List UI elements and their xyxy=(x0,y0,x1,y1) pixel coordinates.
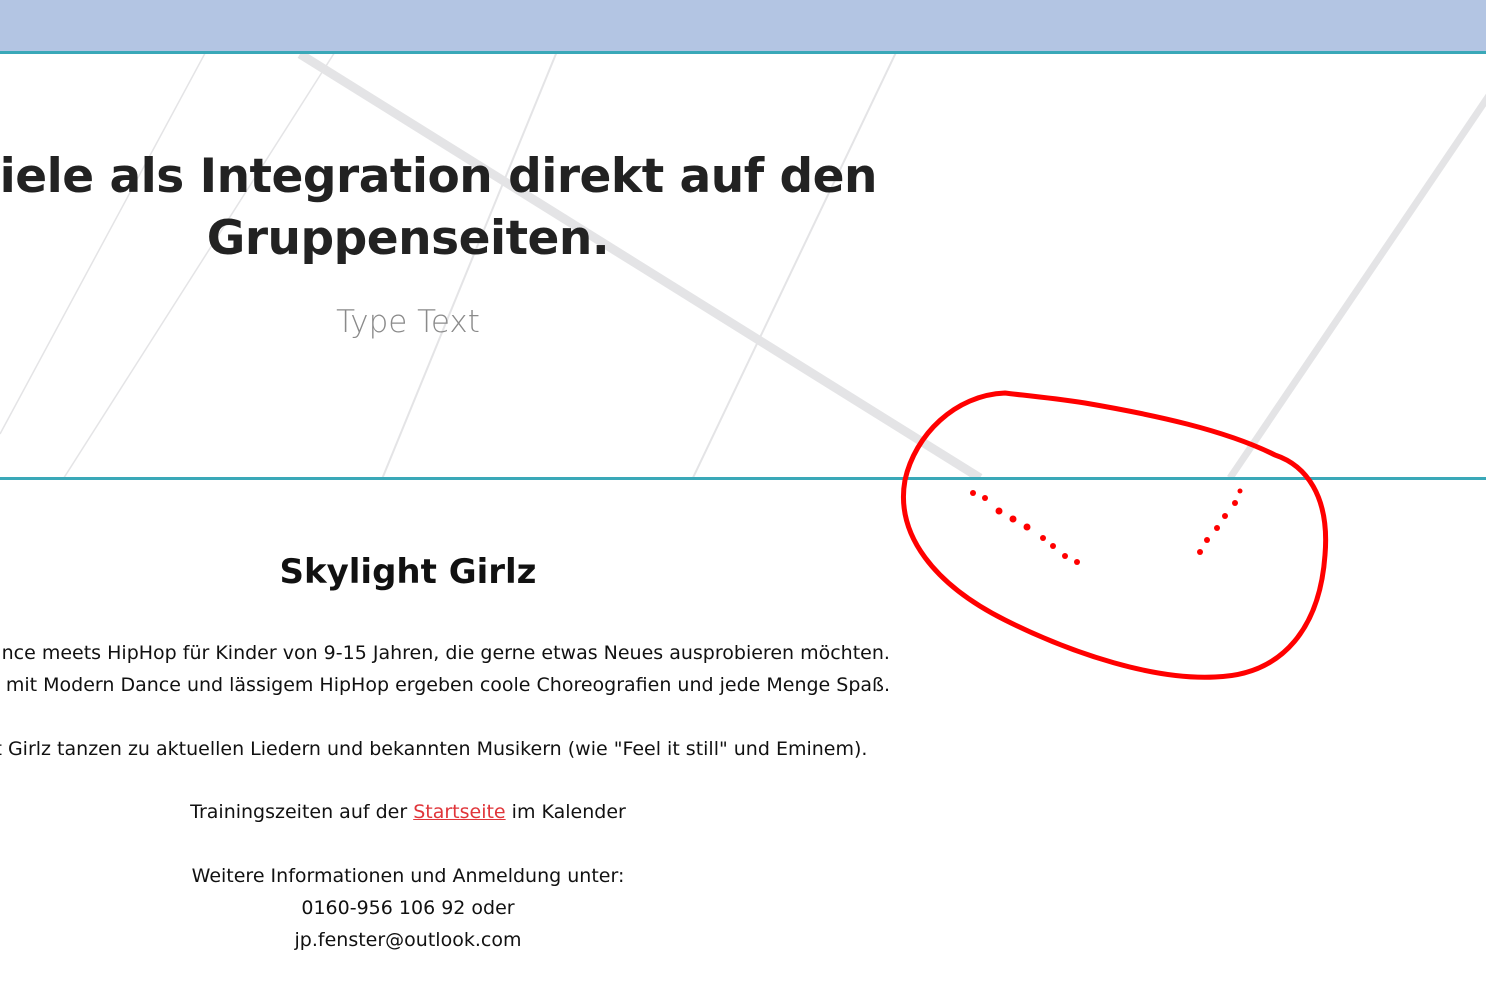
bg-line-6 xyxy=(1227,93,1486,478)
page: spiele als Integration direkt auf den Gr… xyxy=(0,0,1486,987)
description-line3: ylight Girlz tanzen zu aktuellen Liedern… xyxy=(0,738,868,760)
startseite-link[interactable]: Startseite xyxy=(413,801,505,823)
contact-info: Weitere Informationen und Anmeldung unte… xyxy=(0,860,816,956)
hero-section: spiele als Integration direkt auf den Gr… xyxy=(0,54,1486,478)
training-info: Trainingszeiten auf der Startseite im Ka… xyxy=(0,796,816,828)
hero-title: spiele als Integration direkt auf den Gr… xyxy=(0,146,1016,270)
description-line1: dern Dance meets HipHop für Kinder von 9… xyxy=(0,642,890,664)
training-prefix: Trainingszeiten auf der xyxy=(190,801,408,823)
group-content: Skylight Girlz dern Dance meets HipHop f… xyxy=(0,480,1486,987)
contact-line1: Weitere Informationen und Anmeldung unte… xyxy=(191,865,625,887)
top-bar xyxy=(0,0,1486,54)
training-suffix: im Kalender xyxy=(511,801,626,823)
description-line2: chniken mit Modern Dance und lässigem Hi… xyxy=(0,674,891,696)
group-description-music: ylight Girlz tanzen zu aktuellen Liedern… xyxy=(0,733,1136,765)
group-title: Skylight Girlz xyxy=(279,552,537,592)
hero-title-line2: Gruppenseiten. xyxy=(206,211,610,266)
hero-title-line1: spiele als Integration direkt auf den xyxy=(0,149,878,204)
group-description: dern Dance meets HipHop für Kinder von 9… xyxy=(0,637,1136,701)
contact-email: jp.fenster@outlook.com xyxy=(294,929,522,951)
contact-phone: 0160-956 106 92 oder xyxy=(301,897,515,919)
hero-subtitle: Type Text xyxy=(336,304,480,340)
